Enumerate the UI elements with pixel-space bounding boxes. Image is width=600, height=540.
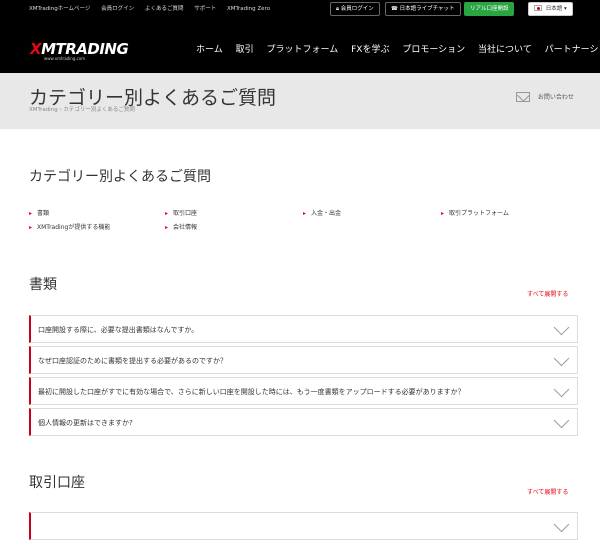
chevron-down-icon xyxy=(553,381,570,398)
lock-icon: 🔒︎ xyxy=(336,6,339,12)
open-account-button[interactable]: リアル口座開設 xyxy=(464,2,515,16)
chevron-down-icon xyxy=(553,350,570,367)
nav-promotion[interactable]: プロモーション xyxy=(402,45,465,55)
mail-icon xyxy=(516,92,530,102)
contact-link[interactable]: お問い合わせ xyxy=(516,92,574,102)
top-link-home[interactable]: XMTradingホームページ xyxy=(29,6,90,12)
chevron-down-icon xyxy=(553,412,570,429)
faq-item-partial[interactable] xyxy=(29,512,578,540)
top-utility-bar: XMTradingホームページ 会員ログイン よくあるご質問 サポート XMTr… xyxy=(0,0,600,18)
nav-home[interactable]: ホーム xyxy=(196,45,223,55)
category-link-documents[interactable]: 書類 xyxy=(29,208,49,217)
faq-question: 最初に開設した口座がすでに有効な場合で、さらに新しい口座を開設した時には、もう一… xyxy=(38,388,465,396)
nav-trading[interactable]: 取引 xyxy=(236,45,254,55)
faq-question: なぜ口座認証のために書類を提出する必要があるのですか？ xyxy=(38,357,227,365)
top-link-zero[interactable]: XMTrading Zero xyxy=(227,6,270,12)
main-nav: ホーム 取引 プラットフォーム FXを学ぶ プロモーション 当社について パート… xyxy=(196,42,600,55)
documents-heading: 書類 xyxy=(29,277,57,293)
logo-url: www.xmtrading.com xyxy=(44,56,86,61)
faq-item[interactable]: 口座開設する際に、必要な提出書類はなんですか。 xyxy=(29,315,578,343)
top-link-faq[interactable]: よくあるご質問 xyxy=(145,6,184,12)
language-selector[interactable]: 日本語 ▾ xyxy=(528,2,573,16)
caret-down-icon: ▾ xyxy=(564,6,567,12)
nav-platform[interactable]: プラットフォーム xyxy=(267,45,339,55)
live-chat-button[interactable]: ☎ 日本語ライブチャット xyxy=(385,2,461,16)
page-banner: カテゴリー別よくあるご質問 XMTrading › カテゴリー別よくあるご質問 … xyxy=(0,73,600,129)
faq-question: 口座開設する際に、必要な提出書類はなんですか。 xyxy=(38,326,199,334)
chevron-down-icon xyxy=(553,319,570,336)
accounts-expand-all-link[interactable]: すべて展開する xyxy=(527,487,568,496)
faq-item[interactable]: 個人情報の更新はできますか? xyxy=(29,408,578,436)
category-link-company[interactable]: 会社情報 xyxy=(165,222,197,231)
faq-question: 個人情報の更新はできますか? xyxy=(38,419,133,427)
category-link-accounts[interactable]: 取引口座 xyxy=(165,208,197,217)
documents-expand-all-link[interactable]: すべて展開する xyxy=(527,289,568,298)
accounts-heading: 取引口座 xyxy=(29,475,85,491)
nav-about[interactable]: 当社について xyxy=(478,45,532,55)
nav-partnership[interactable]: パートナーシップ xyxy=(545,45,600,55)
category-link-features[interactable]: XMTradingが提供する機能 xyxy=(29,222,110,231)
breadcrumb[interactable]: XMTrading › カテゴリー別よくあるご質問 xyxy=(29,105,135,113)
faq-item[interactable]: 最初に開設した口座がすでに有効な場合で、さらに新しい口座を開設した時には、もう一… xyxy=(29,377,578,405)
chevron-down-icon xyxy=(553,516,570,533)
categories-heading: カテゴリー別よくあるご質問 xyxy=(29,169,211,185)
japan-flag-icon xyxy=(534,5,542,11)
faq-item[interactable]: なぜ口座認証のために書類を提出する必要があるのですか？ xyxy=(29,346,578,374)
category-link-deposit-withdrawal[interactable]: 入金・出金 xyxy=(303,208,341,217)
member-login-button[interactable]: 🔒︎ 会員ログイン xyxy=(330,2,380,16)
category-link-platforms[interactable]: 取引プラットフォーム xyxy=(441,208,509,217)
top-links: XMTradingホームページ 会員ログイン よくあるご質問 サポート XMTr… xyxy=(29,4,279,12)
headset-icon: ☎ xyxy=(391,6,398,12)
nav-learn-fx[interactable]: FXを学ぶ xyxy=(351,45,389,55)
top-link-support[interactable]: サポート xyxy=(194,6,216,12)
main-navbar: XMTRADING www.xmtrading.com ホーム 取引 プラットフ… xyxy=(0,18,600,73)
top-link-member-login[interactable]: 会員ログイン xyxy=(101,6,134,12)
